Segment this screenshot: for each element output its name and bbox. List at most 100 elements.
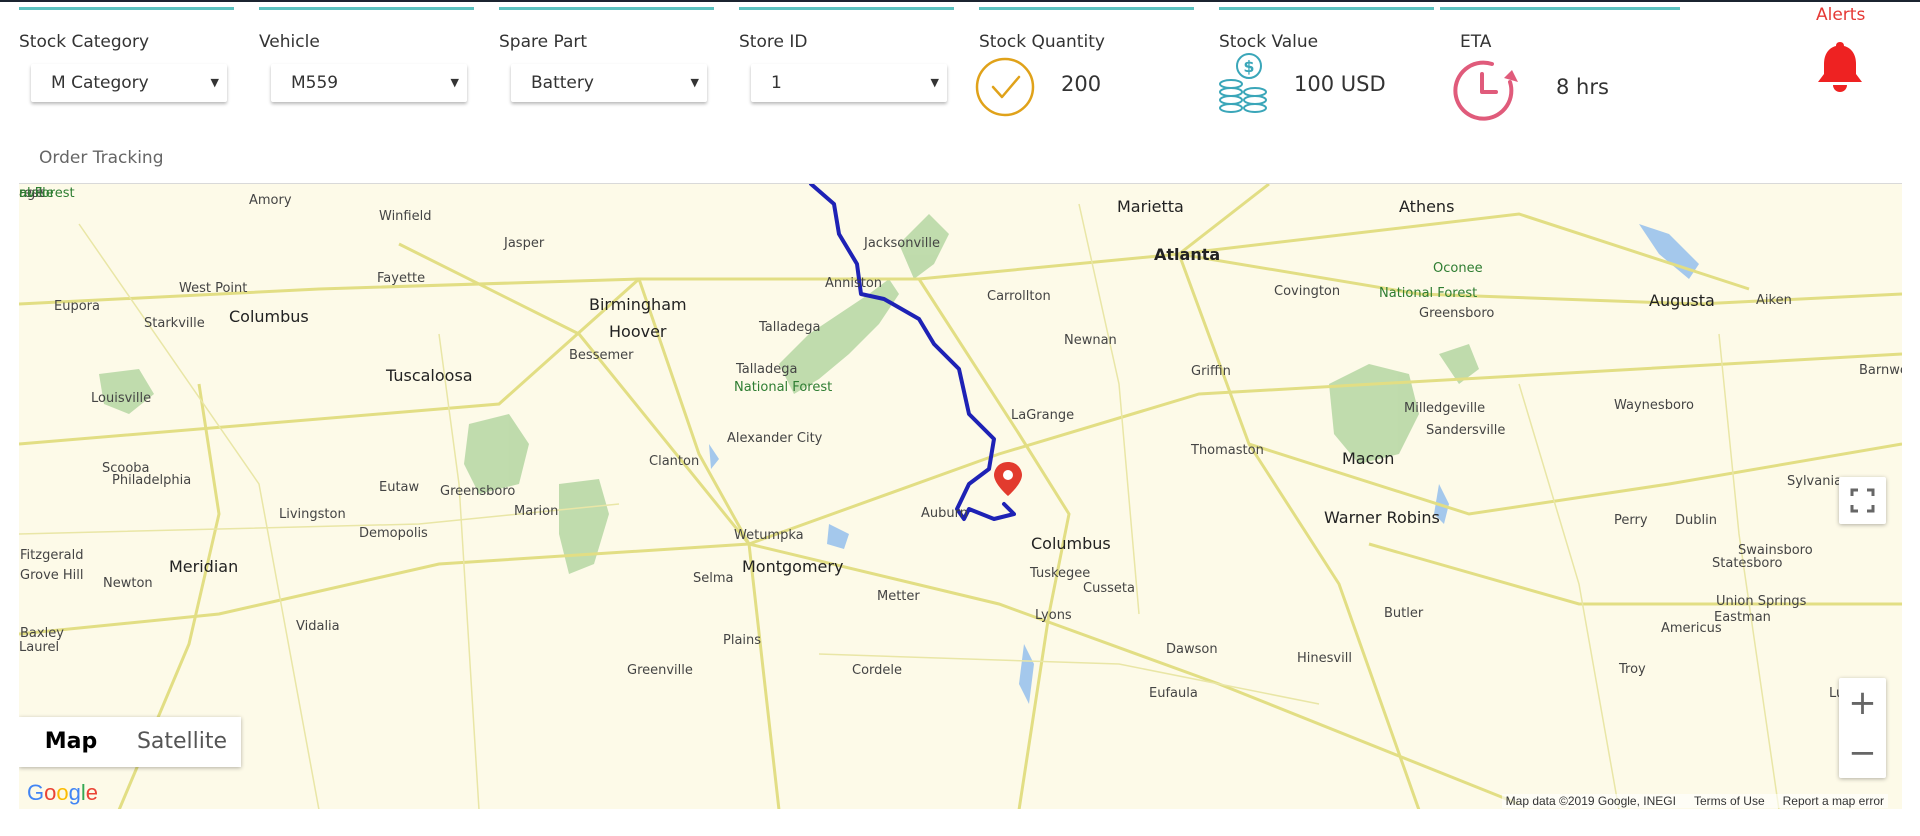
place-label: Talladega bbox=[735, 362, 797, 377]
fullscreen-button[interactable] bbox=[1839, 477, 1886, 524]
place-label: Barnwell bbox=[1859, 363, 1902, 378]
select-value: M Category bbox=[51, 73, 149, 93]
filter-store-id: Store ID 1 ▼ bbox=[739, 7, 954, 119]
place-label: Eastman bbox=[1714, 610, 1771, 625]
place-label: Livingston bbox=[279, 507, 346, 522]
place-label: Thomaston bbox=[1190, 443, 1264, 458]
place-label: Fayette bbox=[377, 271, 425, 286]
place-label: Greensboro bbox=[1419, 306, 1494, 321]
stock-category-select[interactable]: M Category ▼ bbox=[31, 64, 227, 102]
place-label: Meridian bbox=[169, 557, 238, 576]
place-label: Louisville bbox=[91, 391, 151, 406]
filter-label: Store ID bbox=[739, 32, 808, 52]
place-label: Atlanta bbox=[1154, 245, 1220, 264]
check-circle-icon bbox=[975, 57, 1035, 117]
place-label: Birmingham bbox=[589, 295, 687, 314]
place-label: National Forest bbox=[734, 380, 832, 395]
place-label: Montgomery bbox=[742, 557, 843, 576]
map-canvas[interactable]: Amory Winfield Jasper Marietta Atlanta Athens… bbox=[19, 184, 1902, 809]
map-data-text: Map data ©2019 Google, INEGI bbox=[1505, 794, 1676, 808]
place-label: Tuscaloosa bbox=[385, 366, 473, 385]
zoom-out-button[interactable]: − bbox=[1839, 728, 1886, 778]
place-label: al Forest bbox=[19, 186, 75, 201]
place-label: Hoover bbox=[609, 322, 667, 341]
place-label: Greenville bbox=[627, 663, 693, 678]
place-label: Wetumpka bbox=[734, 528, 804, 543]
coins-dollar-icon: $ bbox=[1219, 53, 1267, 113]
caret-down-icon: ▼ bbox=[690, 76, 699, 89]
stock-quantity-value: 200 bbox=[1061, 72, 1102, 96]
place-label: Clanton bbox=[649, 454, 699, 469]
filter-label: Vehicle bbox=[259, 32, 320, 52]
alerts-label: Alerts bbox=[1816, 5, 1866, 25]
place-label: Selma bbox=[693, 571, 734, 586]
place-label: Laurel bbox=[19, 640, 59, 655]
place-label: Troy bbox=[1618, 662, 1646, 677]
zoom-in-button[interactable]: + bbox=[1839, 678, 1886, 728]
place-label: Sandersville bbox=[1426, 423, 1505, 438]
place-label: Dublin bbox=[1675, 513, 1717, 528]
place-label: Jacksonville bbox=[863, 236, 940, 251]
metric-label: Stock Quantity bbox=[979, 32, 1105, 52]
place-label: Covington bbox=[1274, 284, 1340, 299]
place-label: Auburn bbox=[921, 506, 968, 521]
place-label: Union Springs bbox=[1716, 594, 1807, 609]
map-type-satellite-button[interactable]: Satellite bbox=[123, 717, 241, 767]
terms-of-use-link[interactable]: Terms of Use bbox=[1694, 794, 1765, 808]
place-label: Metter bbox=[877, 589, 920, 604]
select-value: M559 bbox=[291, 73, 339, 93]
place-label: Winfield bbox=[379, 209, 431, 224]
report-map-error-link[interactable]: Report a map error bbox=[1783, 794, 1884, 808]
place-label: Lyons bbox=[1035, 608, 1072, 623]
place-label: Alexander City bbox=[727, 431, 823, 446]
zoom-control: + − bbox=[1839, 678, 1886, 778]
place-label: Aiken bbox=[1756, 293, 1792, 308]
place-label: Columbus bbox=[229, 307, 309, 326]
eta-value: 8 hrs bbox=[1556, 75, 1609, 99]
tracking-map[interactable]: Amory Winfield Jasper Marietta Atlanta Athens… bbox=[19, 183, 1902, 809]
place-label: West Point bbox=[179, 281, 247, 296]
svg-text:$: $ bbox=[1243, 57, 1254, 76]
place-label: Milledgeville bbox=[1404, 401, 1485, 416]
vehicle-select[interactable]: M559 ▼ bbox=[271, 64, 467, 102]
place-label: Grove Hill bbox=[20, 568, 84, 583]
map-type-map-button[interactable]: Map bbox=[19, 717, 123, 767]
select-value: Battery bbox=[531, 73, 594, 93]
place-label: Bessemer bbox=[569, 348, 634, 363]
place-label: Greensboro bbox=[440, 484, 515, 499]
fullscreen-icon bbox=[1850, 488, 1875, 513]
clock-refresh-icon bbox=[1453, 60, 1518, 121]
place-label: Philadelphia bbox=[112, 473, 191, 488]
place-label: Sylvania bbox=[1787, 474, 1842, 489]
place-label: LaGrange bbox=[1011, 408, 1074, 423]
stock-value-value: 100 USD bbox=[1294, 72, 1386, 96]
top-border bbox=[0, 0, 1920, 2]
google-logo: Google bbox=[27, 780, 99, 805]
place-label: Athens bbox=[1399, 197, 1454, 216]
place-label: Macon bbox=[1342, 449, 1394, 468]
filter-stock-category: Stock Category M Category ▼ bbox=[19, 7, 234, 119]
place-label: Jasper bbox=[503, 236, 545, 251]
place-label: Demopolis bbox=[359, 526, 428, 541]
filter-label: Stock Category bbox=[19, 32, 150, 52]
place-label: Griffin bbox=[1191, 364, 1231, 379]
place-label: Plains bbox=[723, 633, 761, 648]
place-label: Statesboro bbox=[1712, 556, 1782, 571]
caret-down-icon: ▼ bbox=[450, 76, 459, 89]
place-label: Hinesvill bbox=[1297, 651, 1352, 666]
place-label: Waynesboro bbox=[1614, 398, 1694, 413]
store-id-select[interactable]: 1 ▼ bbox=[751, 64, 947, 102]
spare-part-select[interactable]: Battery ▼ bbox=[511, 64, 707, 102]
place-label: Dawson bbox=[1166, 642, 1218, 657]
metric-stock-quantity: Stock Quantity 200 bbox=[975, 7, 1194, 119]
place-label: Eufaula bbox=[1149, 686, 1198, 701]
place-label: Starkville bbox=[144, 316, 205, 331]
filter-vehicle: Vehicle M559 ▼ bbox=[259, 7, 474, 119]
metric-label: Stock Value bbox=[1219, 32, 1319, 52]
place-label: Baxley bbox=[20, 626, 64, 641]
metric-eta: ETA 8 hrs bbox=[1440, 7, 1680, 121]
place-label: Newton bbox=[103, 576, 153, 591]
metric-label: ETA bbox=[1460, 32, 1492, 52]
place-label: Oconee bbox=[1433, 261, 1483, 276]
bell-icon[interactable] bbox=[1814, 38, 1866, 94]
